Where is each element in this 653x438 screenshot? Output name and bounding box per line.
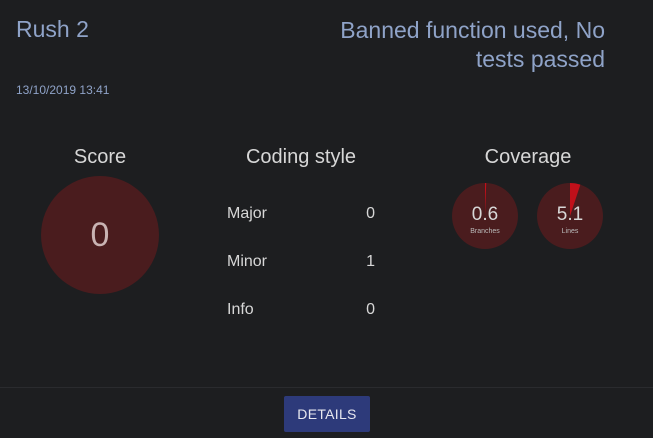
coverage-lines-label: Lines [561,228,579,235]
footer-divider [0,387,653,388]
coding-style-value: 0 [366,205,375,222]
coding-style-value: 1 [366,253,375,270]
project-title: Rush 2 [16,16,89,42]
result-card: Rush 2 Banned function used, No tests pa… [0,0,653,438]
status-message: Banned function used, No tests passed [340,17,605,72]
run-date: 13/10/2019 13:41 [16,83,110,97]
coding-style-label: Major [227,205,268,222]
details-button[interactable]: DETAILS [284,396,370,432]
score-title: Score [73,146,127,168]
coverage-lines-value: 5.1 [556,204,584,225]
coding-style-value: 0 [366,301,375,318]
coding-style-label: Minor [227,253,268,270]
coverage-branches-gauge: 0.6 Branches [451,182,519,250]
coverage-lines-gauge: 5.1 Lines [536,182,604,250]
coverage-branches-value: 0.6 [471,204,499,225]
coverage-title: Coverage [484,146,572,168]
score-circle: 0 [41,176,159,294]
coverage-branches-label: Branches [470,228,500,235]
coding-style-label: Info [227,301,254,318]
coding-style-title: Coding style [245,146,357,168]
score-value: 0 [90,215,110,254]
